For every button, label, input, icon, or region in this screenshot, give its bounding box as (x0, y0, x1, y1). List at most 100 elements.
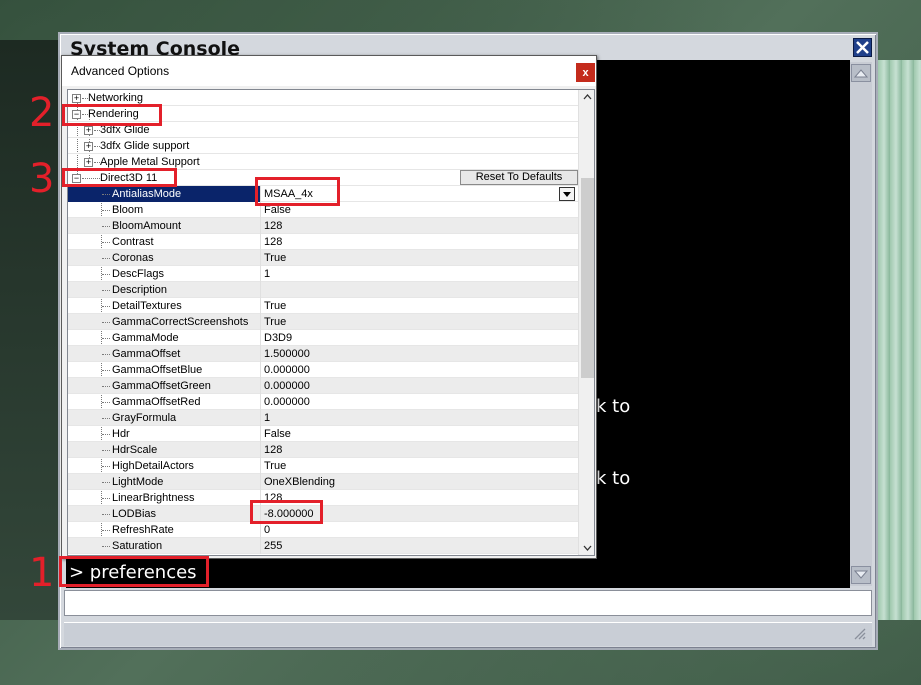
property-row[interactable]: RefreshRate 0 (68, 522, 578, 538)
property-value[interactable]: D3D9 (264, 330, 292, 346)
scrollbar-thumb[interactable] (581, 178, 594, 378)
property-value[interactable]: 1.500000 (264, 346, 310, 362)
property-name: GammaOffset (112, 348, 181, 360)
property-value[interactable]: 0.000000 (264, 362, 310, 378)
property-row[interactable]: Description (68, 282, 578, 298)
options-tree: + Networking − Rendering + 3dfx Glide + … (67, 89, 595, 556)
property-row[interactable]: GammaOffsetRed 0.000000 (68, 394, 578, 410)
tree-scrollbar[interactable] (578, 90, 594, 555)
property-row[interactable]: HdrScale 128 (68, 442, 578, 458)
property-name: RefreshRate (112, 524, 174, 536)
dropdown-arrow-icon (563, 191, 571, 197)
close-icon (856, 41, 869, 54)
property-value[interactable]: True (264, 250, 286, 266)
property-row[interactable]: LightMode OneXBlending (68, 474, 578, 490)
property-value[interactable]: 255 (264, 538, 282, 554)
annotation-number-1: 1 (29, 550, 55, 596)
console-close-button[interactable] (853, 38, 872, 57)
console-status-bar (64, 622, 872, 646)
chevron-down-icon[interactable] (583, 545, 592, 551)
tree-item-3dfx-glide-support[interactable]: + 3dfx Glide support (68, 138, 578, 154)
antialias-dropdown-button[interactable] (559, 187, 575, 201)
tree-item-label: 3dfx Glide support (100, 140, 190, 152)
console-scrollbar[interactable] (850, 62, 872, 586)
resize-grip-icon[interactable] (852, 626, 866, 640)
property-row[interactable]: BloomAmount 128 (68, 218, 578, 234)
property-value[interactable]: 0 (264, 522, 270, 538)
background-right-wall (878, 60, 921, 620)
property-row[interactable]: GammaOffsetBlue 0.000000 (68, 362, 578, 378)
property-name: Hdr (112, 428, 130, 440)
reset-to-defaults-button[interactable]: Reset To Defaults (460, 170, 578, 185)
property-value[interactable]: False (264, 426, 291, 442)
property-name: LightMode (112, 476, 164, 488)
annotation-box-direct3d-11 (62, 168, 177, 187)
arrow-up-icon (854, 69, 868, 78)
console-input[interactable] (64, 590, 872, 616)
property-value[interactable]: 1 (264, 410, 270, 426)
property-row[interactable]: DetailTextures True (68, 298, 578, 314)
advanced-options-dialog: Advanced Options x + Networking − Render… (61, 55, 597, 559)
property-name: Description (112, 284, 168, 296)
property-value[interactable]: 128 (264, 218, 282, 234)
property-row[interactable]: GammaOffset 1.500000 (68, 346, 578, 362)
arrow-down-icon (854, 570, 868, 579)
property-name: Coronas (112, 252, 154, 264)
property-name: GammaCorrectScreenshots (112, 316, 249, 328)
property-name: GammaOffsetRed (112, 396, 201, 408)
property-name: LinearBrightness (112, 492, 195, 504)
dialog-close-button[interactable]: x (576, 63, 595, 82)
property-name: GammaMode (112, 332, 179, 344)
property-row[interactable]: GammaCorrectScreenshots True (68, 314, 578, 330)
annotation-number-2: 2 (29, 90, 55, 136)
expand-icon[interactable]: + (84, 126, 93, 135)
property-name: GammaOffsetGreen (112, 380, 211, 392)
property-value[interactable]: True (264, 298, 286, 314)
annotation-box-antialias-value (255, 177, 340, 206)
chevron-up-icon[interactable] (583, 94, 592, 100)
property-row[interactable]: LODBias -8.000000 (68, 506, 578, 522)
property-name: HighDetailActors (112, 460, 194, 472)
annotation-number-3: 3 (29, 156, 55, 202)
property-name: Saturation (112, 540, 163, 552)
scroll-up-button[interactable] (851, 64, 871, 82)
property-row[interactable]: GrayFormula 1 (68, 410, 578, 426)
property-name: DescFlags (112, 268, 164, 280)
property-name: AntialiasMode (112, 188, 182, 200)
property-name: Contrast (112, 236, 154, 248)
property-name: HdrScale (112, 444, 158, 456)
property-name: BloomAmount (112, 220, 182, 232)
property-value[interactable]: 0.000000 (264, 378, 310, 394)
property-name: Bloom (112, 204, 144, 216)
property-name: LODBias (112, 508, 157, 520)
property-value[interactable]: OneXBlending (264, 474, 335, 490)
property-row[interactable]: DescFlags 1 (68, 266, 578, 282)
property-value[interactable]: 128 (264, 234, 282, 250)
annotation-box-rendering (62, 104, 162, 126)
property-row[interactable]: Hdr False (68, 426, 578, 442)
property-row[interactable]: LinearBrightness 128 (68, 490, 578, 506)
annotation-box-lodbias-value (250, 500, 323, 524)
property-row[interactable]: HighDetailActors True (68, 458, 578, 474)
property-row[interactable]: GammaOffsetGreen 0.000000 (68, 378, 578, 394)
expand-icon[interactable]: + (72, 94, 81, 103)
property-value[interactable]: 0.000000 (264, 394, 310, 410)
annotation-box-preferences (59, 556, 209, 587)
scroll-down-button[interactable] (851, 566, 871, 584)
property-value[interactable]: True (264, 458, 286, 474)
property-name: GrayFormula (112, 412, 177, 424)
property-value[interactable]: True (264, 314, 286, 330)
property-row[interactable]: Saturation 255 (68, 538, 578, 554)
expand-icon[interactable]: + (84, 158, 93, 167)
property-row[interactable]: Coronas True (68, 250, 578, 266)
dialog-title: Advanced Options (71, 64, 170, 78)
property-value[interactable]: 128 (264, 442, 282, 458)
dialog-titlebar: Advanced Options x (62, 56, 596, 86)
property-name: GammaOffsetBlue (112, 364, 203, 376)
property-value[interactable]: 1 (264, 266, 270, 282)
property-row[interactable]: Contrast 128 (68, 234, 578, 250)
property-row[interactable]: GammaMode D3D9 (68, 330, 578, 346)
expand-icon[interactable]: + (84, 142, 93, 151)
console-output-line: k to (596, 468, 631, 489)
console-output-line: k to (596, 396, 631, 417)
